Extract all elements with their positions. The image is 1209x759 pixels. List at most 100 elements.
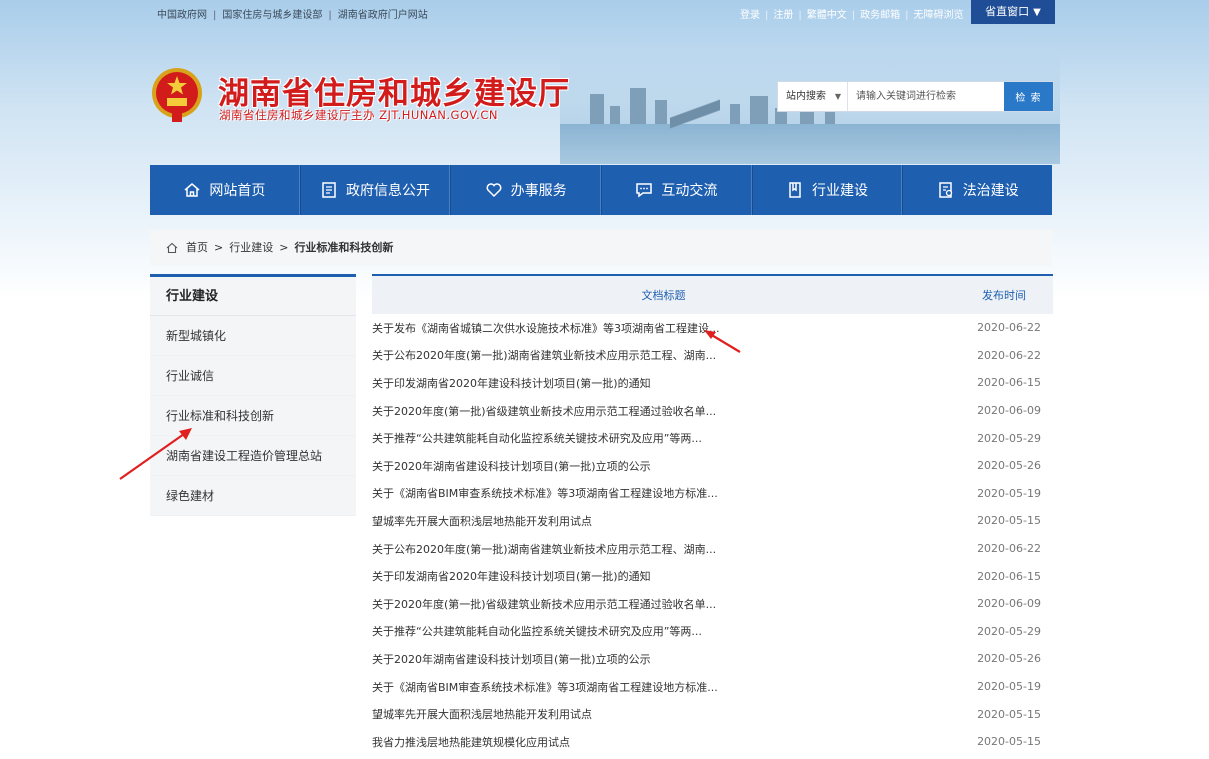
search-bar: 站内搜索 ▼ 检 索 (777, 81, 1054, 112)
chat-icon (636, 183, 653, 198)
document-date: 2020-06-22 (977, 348, 1041, 362)
breadcrumb-home[interactable]: 首页 (186, 230, 208, 266)
document-title-link[interactable]: 关于推荐“公共建筑能耗自动化监控系统关键技术研究及应用”等两... (372, 430, 962, 446)
document-title-link[interactable]: 关于推荐“公共建筑能耗自动化监控系统关键技术研究及应用”等两... (372, 623, 962, 639)
chevron-down-icon: ▼ (834, 92, 841, 101)
home-icon (184, 183, 200, 197)
table-row: 望城率先开展大面积浅层地热能开发利用试点 2020-05-15 (372, 507, 1053, 535)
main-nav: 网站首页 政府信息公开 办事服务 互动交流 行业建设 法治建设 (150, 165, 1052, 215)
column-header-date: 发布时间 (982, 289, 1026, 302)
gov-mail-link[interactable]: 政务邮箱 (860, 10, 900, 21)
document-date: 2020-05-19 (977, 680, 1041, 694)
register-link[interactable]: 注册 (773, 10, 793, 21)
table-row: 关于推荐“公共建筑能耗自动化监控系统关键技术研究及应用”等两... 2020-05… (372, 618, 1053, 646)
top-links-left: 中国政府网 | 国家住房与城乡建设部 | 湖南省政府门户网站 (157, 10, 428, 21)
column-header-title: 文档标题 (641, 289, 686, 302)
document-title-link[interactable]: 我省力推浅层地热能建筑规模化应用试点 (372, 734, 962, 750)
table-row: 关于印发湖南省2020年建设科技计划项目(第一批)的通知 2020-06-15 (372, 562, 1053, 590)
document-title-link[interactable]: 关于2020年湖南省建设科技计划项目(第一批)立项的公示 (372, 651, 962, 667)
search-input[interactable] (848, 82, 1004, 111)
table-row: 关于推荐“公共建筑能耗自动化监控系统关键技术研究及应用”等两... 2020-05… (372, 424, 1053, 452)
nav-law-label: 法治建设 (962, 183, 1019, 199)
link-mohurd[interactable]: 国家住房与城乡建设部 (222, 10, 322, 21)
table-row: 关于《湖南省BIM审查系统技术标准》等3项湖南省工程建设地方标准... 2020-… (372, 480, 1053, 508)
nav-gov-info[interactable]: 政府信息公开 (299, 165, 451, 215)
document-date: 2020-05-15 (977, 707, 1041, 721)
document-date: 2020-05-15 (977, 735, 1041, 749)
book-icon (789, 182, 801, 198)
document-date: 2020-06-09 (977, 597, 1041, 611)
province-window-label: 省直窗口 (985, 5, 1030, 18)
nav-home-label: 网站首页 (209, 183, 266, 199)
document-title-link[interactable]: 望城率先开展大面积浅层地热能开发利用试点 (372, 513, 962, 529)
document-title-link[interactable]: 关于公布2020年度(第一批)湖南省建筑业新技术应用示范工程、湖南... (372, 347, 962, 363)
document-date: 2020-05-15 (977, 514, 1041, 528)
accessibility-link[interactable]: 无障碍浏览 (914, 10, 964, 21)
document-title-link[interactable]: 关于公布2020年度(第一批)湖南省建筑业新技术应用示范工程、湖南... (372, 541, 962, 557)
document-icon (322, 182, 336, 198)
document-date: 2020-06-15 (977, 569, 1041, 583)
sidebar-title: 行业建设 (150, 274, 356, 316)
document-date: 2020-06-22 (977, 542, 1041, 556)
table-row: 关于2020年度(第一批)省级建筑业新技术应用示范工程通过验收名单... 2020… (372, 590, 1053, 618)
document-list-header: 文档标题 发布时间 (372, 274, 1053, 314)
sidebar-item-integrity[interactable]: 行业诚信 (150, 356, 356, 396)
dropdown-arrow-icon: ▼ (1033, 7, 1041, 18)
nav-industry-label: 行业建设 (812, 183, 869, 199)
table-row: 关于2020年湖南省建设科技计划项目(第一批)立项的公示 2020-05-26 (372, 645, 1053, 673)
table-row: 关于2020年湖南省建设科技计划项目(第一批)立项的公示 2020-05-26 (372, 452, 1053, 480)
nav-law[interactable]: 法治建设 (902, 165, 1052, 215)
document-title-link[interactable]: 关于发布《湖南省城镇二次供水设施技术标准》等3项湖南省工程建设... (372, 320, 962, 336)
home-icon (166, 242, 178, 254)
search-scope-select[interactable]: 站内搜索 ▼ (778, 82, 848, 111)
document-title-link[interactable]: 关于2020年度(第一批)省级建筑业新技术应用示范工程通过验收名单... (372, 403, 962, 419)
table-row: 关于公布2020年度(第一批)湖南省建筑业新技术应用示范工程、湖南... 2020… (372, 535, 1053, 563)
document-date: 2020-06-09 (977, 404, 1041, 418)
sidebar-item-urbanization[interactable]: 新型城镇化 (150, 316, 356, 356)
link-hunan-portal[interactable]: 湖南省政府门户网站 (338, 10, 428, 21)
search-button[interactable]: 检 索 (1004, 82, 1053, 111)
nav-interaction[interactable]: 互动交流 (601, 165, 752, 215)
nav-services-label: 办事服务 (510, 183, 567, 199)
nav-services[interactable]: 办事服务 (450, 165, 602, 215)
table-row: 关于《湖南省BIM审查系统技术标准》等3项湖南省工程建设地方标准... 2020-… (372, 673, 1053, 701)
nav-interaction-label: 互动交流 (661, 183, 718, 199)
document-date: 2020-05-26 (977, 652, 1041, 666)
document-date: 2020-05-26 (977, 459, 1041, 473)
document-title-link[interactable]: 关于2020年湖南省建设科技计划项目(第一批)立项的公示 (372, 458, 962, 474)
document-date: 2020-06-22 (977, 321, 1041, 335)
site-subtitle: 湖南省住房和城乡建设厅主办 ZJT.HUNAN.GOV.CN (219, 108, 498, 122)
nav-home[interactable]: 网站首页 (150, 165, 300, 215)
document-date: 2020-05-29 (977, 431, 1041, 445)
document-title-link[interactable]: 关于《湖南省BIM审查系统技术标准》等3项湖南省工程建设地方标准... (372, 485, 962, 501)
document-title-link[interactable]: 关于《湖南省BIM审查系统技术标准》等3项湖南省工程建设地方标准... (372, 679, 962, 695)
document-title-link[interactable]: 关于印发湖南省2020年建设科技计划项目(第一批)的通知 (372, 375, 962, 391)
top-links-right: 登录 | 注册 | 繁體中文 | 政务邮箱 | 无障碍浏览 (740, 10, 964, 21)
document-date: 2020-05-19 (977, 486, 1041, 500)
traditional-chinese-link[interactable]: 繁體中文 (807, 10, 847, 21)
annotation-arrow-icon (704, 330, 741, 353)
heart-icon (486, 183, 502, 198)
table-row: 望城率先开展大面积浅层地热能开发利用试点 2020-05-15 (372, 700, 1053, 728)
search-scope-label: 站内搜索 (786, 91, 826, 102)
link-gov-cn[interactable]: 中国政府网 (157, 10, 207, 21)
nav-gov-info-label: 政府信息公开 (346, 183, 430, 199)
annotation-arrow-icon (119, 428, 192, 480)
login-link[interactable]: 登录 (740, 10, 760, 21)
table-row: 我省力推浅层地热能建筑规模化应用试点 2020-05-15 (372, 728, 1053, 756)
document-title-link[interactable]: 望城率先开展大面积浅层地热能开发利用试点 (372, 706, 962, 722)
document-title-link[interactable]: 关于2020年度(第一批)省级建筑业新技术应用示范工程通过验收名单... (372, 596, 962, 612)
breadcrumb-separator: > (279, 241, 289, 254)
document-date: 2020-05-29 (977, 624, 1041, 638)
national-emblem-icon (152, 68, 202, 122)
breadcrumb-industry[interactable]: 行业建设 (229, 230, 273, 266)
breadcrumb-current: 行业标准和科技创新 (294, 241, 394, 254)
document-title-link[interactable]: 关于印发湖南省2020年建设科技计划项目(第一批)的通知 (372, 568, 962, 584)
breadcrumb: 首页 > 行业建设 > 行业标准和科技创新 (150, 230, 1052, 266)
document-date: 2020-06-15 (977, 376, 1041, 390)
table-row: 关于2020年度(第一批)省级建筑业新技术应用示范工程通过验收名单... 2020… (372, 397, 1053, 425)
province-window-button[interactable]: 省直窗口 ▼ (971, 0, 1055, 24)
breadcrumb-separator: > (214, 241, 224, 254)
nav-industry[interactable]: 行业建设 (751, 165, 903, 215)
law-icon (938, 182, 952, 198)
